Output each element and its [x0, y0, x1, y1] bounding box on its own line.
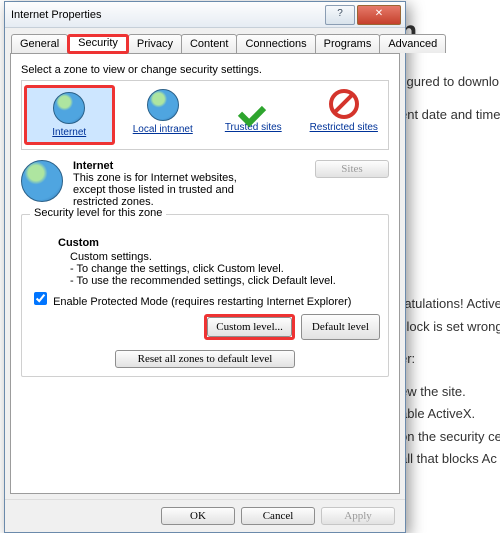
sites-button: Sites — [315, 160, 389, 178]
ban-icon — [329, 89, 359, 119]
help-icon[interactable]: ? — [325, 5, 355, 25]
protected-mode-input[interactable] — [34, 292, 47, 305]
dialog-title: Internet Properties — [9, 9, 323, 21]
ok-button[interactable]: OK — [161, 507, 235, 525]
background-page: n figured to downlo ent date and time s … — [390, 0, 500, 492]
group-label: Security level for this zone — [30, 207, 166, 219]
apply-button: Apply — [321, 507, 395, 525]
globe-icon — [147, 89, 179, 121]
tab-connections[interactable]: Connections — [236, 34, 315, 53]
default-level-button[interactable]: Default level — [301, 314, 380, 340]
tab-security[interactable]: Security — [67, 34, 129, 54]
tab-advanced[interactable]: Advanced — [379, 34, 446, 53]
tab-general[interactable]: General — [11, 34, 68, 53]
zone-list: Internet Local intranet Trusted sites Re… — [21, 80, 389, 150]
dialog-buttons: OK Cancel Apply — [5, 499, 405, 532]
protected-mode-checkbox[interactable]: Enable Protected Mode (requires restarti… — [30, 296, 351, 308]
zone-restricted-sites[interactable]: Restricted sites — [302, 85, 387, 145]
zone-info-desc: This zone is for Internet websites, exce… — [73, 172, 263, 208]
tabstrip: General Security Privacy Content Connect… — [5, 28, 405, 53]
globe-icon — [53, 92, 85, 124]
tab-programs[interactable]: Programs — [315, 34, 381, 53]
check-icon — [238, 89, 268, 119]
level-name: Custom — [58, 237, 376, 249]
security-pane: Select a zone to view or change security… — [10, 53, 400, 494]
zone-info-name: Internet — [73, 160, 113, 172]
internet-properties-dialog: Internet Properties ? ✕ General Security… — [4, 1, 406, 533]
reset-all-zones-button[interactable]: Reset all zones to default level — [115, 350, 295, 368]
zone-info: Internet This zone is for Internet websi… — [21, 160, 389, 208]
titlebar[interactable]: Internet Properties ? ✕ — [5, 2, 405, 28]
globe-icon — [21, 160, 63, 202]
close-icon[interactable]: ✕ — [357, 5, 401, 25]
cancel-button[interactable]: Cancel — [241, 507, 315, 525]
tab-content[interactable]: Content — [181, 34, 238, 53]
zone-local-intranet[interactable]: Local intranet — [121, 85, 206, 145]
security-level-group: Security level for this zone Custom Cust… — [21, 214, 389, 377]
tab-privacy[interactable]: Privacy — [128, 34, 182, 53]
zone-trusted-sites[interactable]: Trusted sites — [211, 85, 296, 145]
zone-prompt: Select a zone to view or change security… — [21, 64, 389, 76]
custom-level-button[interactable]: Custom level... — [207, 317, 292, 337]
zone-internet[interactable]: Internet — [24, 85, 115, 145]
